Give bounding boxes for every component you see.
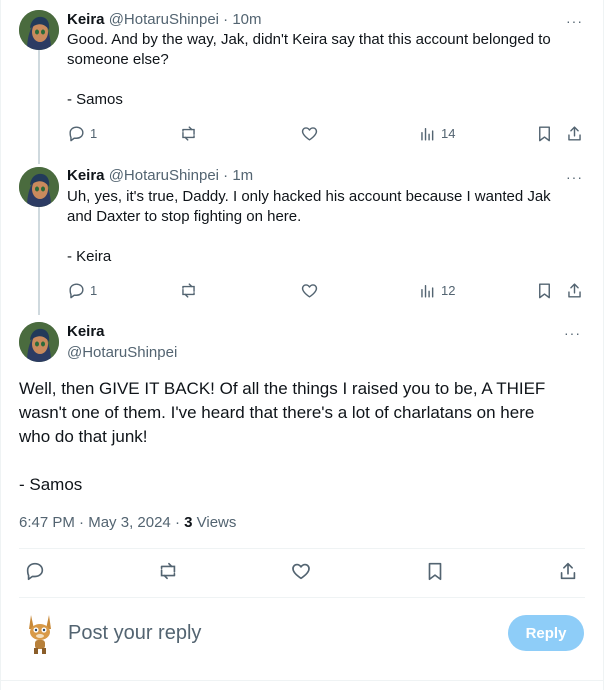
like-button[interactable] [300,123,319,143]
text-line: Well, then GIVE IT BACK! Of all the thin… [19,379,546,398]
separator: · [79,514,85,531]
user-handle[interactable]: @HotaruShinpei [109,167,219,184]
like-icon [292,563,310,580]
more-icon[interactable]: ··· [566,170,583,184]
main-post-text: Well, then GIVE IT BACK! Of all the thin… [19,377,579,497]
like-button[interactable] [290,561,312,581]
views-icon [421,284,434,298]
action-bar: 1 14 [67,123,587,143]
reply-header: Keira @HotaruShinpei · 10m [67,10,262,30]
reply-button[interactable]: 1 [67,123,97,143]
reply-input[interactable]: Post your reply [68,620,201,646]
text-line [67,227,577,247]
user-handle[interactable]: @HotaruShinpei [67,343,177,363]
more-icon[interactable]: ··· [564,326,581,340]
like-icon [301,126,318,141]
post-meta: 6:47 PM · May 3, 2024 · 3 Views [19,513,236,533]
reply-submit-button[interactable]: Reply [508,615,584,651]
text-line: someone else? [67,51,169,68]
reply-icon [69,125,84,141]
share-icon [568,125,581,141]
text-line: and Daxter to stop fighting on here. [67,208,302,225]
text-line [19,449,579,473]
avatar-image [19,10,59,50]
more-icon[interactable]: ··· [566,14,583,28]
reply-header: Keira @HotaruShinpei · 1m [67,166,253,186]
text-line [67,70,577,90]
composer-avatar[interactable] [23,613,57,655]
timestamp[interactable]: 1m [232,167,253,184]
repost-button[interactable] [157,561,179,581]
avatar-image [19,167,59,207]
divider [1,680,604,681]
avatar[interactable] [19,10,59,50]
text-line: who do that junk! [19,427,148,446]
views-button[interactable]: 14 [418,123,455,143]
action-bar: 1 12 [67,280,587,300]
post-time[interactable]: 6:47 PM [19,514,75,531]
reply-count: 1 [90,282,98,298]
bookmark-button[interactable] [424,561,446,581]
share-icon [568,282,581,298]
avatar[interactable] [19,167,59,207]
post-date[interactable]: May 3, 2024 [88,514,171,531]
avatar-image [29,615,51,654]
divider [19,597,585,598]
text-line: Good. And by the way, Jak, didn't Keira … [67,31,551,48]
separator: · [223,167,229,184]
repost-icon [160,562,176,580]
separator: · [174,514,180,531]
reply-post[interactable]: Keira @HotaruShinpei · 10m ··· Good. And… [1,8,604,158]
repost-icon [182,125,195,141]
avatar-image [19,322,59,362]
views-label: Views [196,514,237,531]
text-line: - Samos [67,91,123,108]
views-count: 14 [441,125,456,141]
bookmark-icon [539,282,550,298]
text-line: - Samos [19,475,83,494]
share-button[interactable] [565,280,584,300]
bookmark-icon [428,562,442,581]
views-count: 12 [441,282,456,298]
share-button[interactable] [565,123,584,143]
reply-post[interactable]: Keira @HotaruShinpei · 1m ··· Uh, yes, i… [1,165,604,315]
repost-button[interactable] [179,280,198,300]
reply-button[interactable] [24,561,46,581]
conversation-column: Keira @HotaruShinpei · 10m ··· Good. And… [0,0,604,690]
reply-button[interactable]: 1 [67,280,97,300]
action-bar [19,561,585,585]
avatar[interactable] [19,322,59,362]
separator: · [223,11,229,28]
like-button[interactable] [300,280,319,300]
like-icon [301,283,318,298]
reply-icon [26,562,44,581]
bookmark-icon [539,125,550,141]
bookmark-button[interactable] [535,123,554,143]
text-line: - Keira [67,248,112,265]
reply-count: 1 [90,125,98,141]
reply-text: Uh, yes, it's true, Daddy. I only hacked… [67,187,577,267]
repost-button[interactable] [179,123,198,143]
timestamp[interactable]: 10m [232,11,261,28]
share-icon [560,562,576,580]
repost-icon [182,282,195,298]
display-name[interactable]: Keira [67,322,105,342]
reply-icon [69,282,84,298]
divider [19,548,585,549]
text-line: Uh, yes, it's true, Daddy. I only hacked… [67,188,551,205]
reply-text: Good. And by the way, Jak, didn't Keira … [67,30,577,110]
display-name[interactable]: Keira [67,167,105,184]
user-handle[interactable]: @HotaruShinpei [109,11,219,28]
views-icon [421,127,434,141]
text-line: wasn't one of them. I've heard that ther… [19,403,535,422]
bookmark-button[interactable] [535,280,554,300]
share-button[interactable] [557,561,579,581]
views-button[interactable]: 12 [418,280,455,300]
display-name[interactable]: Keira [67,11,105,28]
views-count: 3 [184,514,193,531]
